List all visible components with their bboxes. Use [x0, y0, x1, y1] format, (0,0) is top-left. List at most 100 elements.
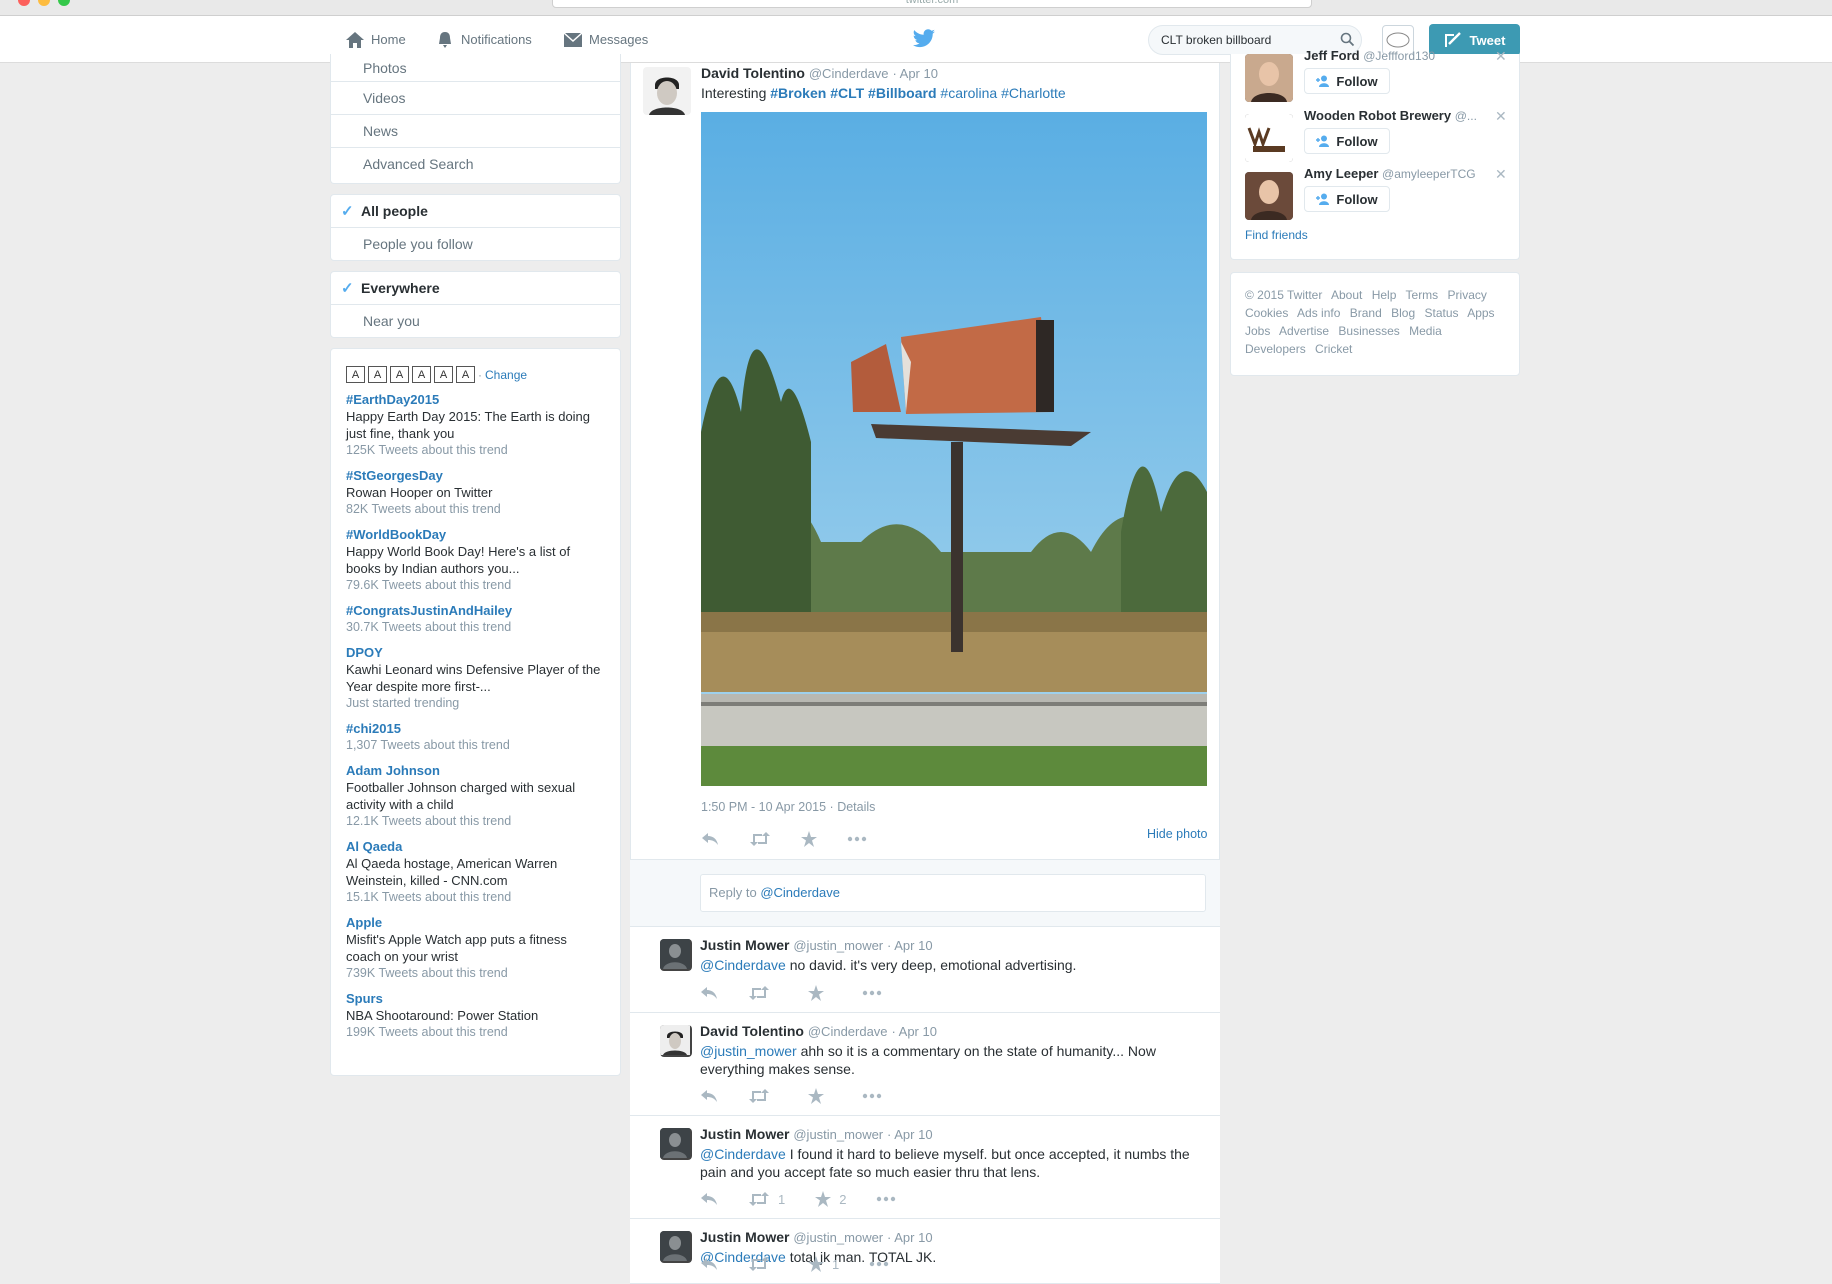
suggested-user-name[interactable]: Amy Leeper	[1304, 166, 1378, 181]
reply-author-handle[interactable]: @justin_mower	[793, 938, 883, 953]
trend-item[interactable]: DPOY Kawhi Leonard wins Defensive Player …	[346, 644, 605, 712]
trend-name[interactable]: #WorldBookDay	[346, 526, 605, 543]
favorite-button[interactable]: 1	[808, 1256, 839, 1272]
trend-name[interactable]: Adam Johnson	[346, 762, 605, 779]
more-button[interactable]	[862, 990, 882, 996]
author-avatar[interactable]	[643, 67, 691, 115]
footer-link[interactable]: Help	[1372, 288, 1397, 302]
favorite-button[interactable]	[808, 985, 832, 1001]
suggested-user-handle[interactable]: @amyleeperTCG	[1382, 167, 1476, 181]
trend-item[interactable]: #chi2015 1,307 Tweets about this trend	[346, 720, 605, 754]
footer-link[interactable]: About	[1331, 288, 1362, 302]
footer-link[interactable]: Developers	[1245, 342, 1306, 356]
filter-all-people[interactable]: ✓ All people	[331, 195, 620, 228]
find-friends-link[interactable]: Find friends	[1245, 228, 1308, 242]
trend-item[interactable]: Adam Johnson Footballer Johnson charged w…	[346, 762, 605, 830]
hashtag-billboard[interactable]: #Billboard	[868, 85, 936, 101]
follow-button[interactable]: Follow	[1304, 128, 1390, 154]
reply-button[interactable]	[701, 832, 719, 846]
hashtag-clt[interactable]: #CLT	[830, 85, 864, 101]
reply-mention[interactable]: @Cinderdave	[700, 1146, 786, 1162]
filter-near-you[interactable]: Near you	[331, 305, 620, 338]
minimize-window-icon[interactable]	[38, 0, 50, 6]
suggested-user-avatar[interactable]	[1245, 172, 1293, 220]
suggested-user-handle[interactable]: @Jeffford130	[1363, 49, 1435, 63]
trend-name[interactable]: #chi2015	[346, 720, 605, 737]
reply-button[interactable]	[700, 986, 718, 1000]
reply-date[interactable]: · Apr 10	[887, 1127, 933, 1142]
reply-author-handle[interactable]: @justin_mower	[793, 1230, 883, 1245]
close-window-icon[interactable]	[18, 0, 30, 6]
footer-link[interactable]: Media	[1409, 324, 1442, 338]
footer-link[interactable]: Terms	[1406, 288, 1439, 302]
retweet-button[interactable]	[748, 1257, 778, 1271]
trend-item[interactable]: Al Qaeda Al Qaeda hostage, American Warre…	[346, 838, 605, 906]
trend-name[interactable]: #CongratsJustinAndHailey	[346, 602, 605, 619]
reply-tweet[interactable]: Justin Mower @justin_mower · Apr 10 @Cind…	[630, 1219, 1220, 1284]
dismiss-icon[interactable]: ✕	[1495, 48, 1507, 65]
favorite-button[interactable]	[801, 831, 817, 847]
maximize-window-icon[interactable]	[58, 0, 70, 6]
footer-link[interactable]: Privacy	[1448, 288, 1487, 302]
trend-item[interactable]: Spurs NBA Shootaround: Power Station 199K …	[346, 990, 605, 1041]
footer-link[interactable]: Cricket	[1315, 342, 1352, 356]
favorite-button[interactable]: 2	[815, 1191, 846, 1207]
reply-author-avatar[interactable]	[660, 939, 692, 971]
reply-author-avatar[interactable]	[660, 1128, 692, 1160]
retweet-button[interactable]: 1	[748, 1192, 785, 1207]
suggested-user-avatar[interactable]	[1245, 54, 1293, 102]
reply-button[interactable]	[700, 1257, 718, 1271]
trend-name[interactable]: Spurs	[346, 990, 605, 1007]
footer-link[interactable]: Advertise	[1279, 324, 1329, 338]
retweet-button[interactable]	[748, 1089, 778, 1103]
reply-mention[interactable]: @Cinderdave	[700, 957, 786, 973]
reply-button[interactable]	[700, 1089, 718, 1103]
reply-tweet[interactable]: David Tolentino @Cinderdave · Apr 10 @jus…	[630, 1013, 1220, 1116]
reply-button[interactable]	[700, 1192, 718, 1206]
reply-date[interactable]: · Apr 10	[887, 938, 933, 953]
reply-author-name[interactable]: Justin Mower	[700, 1126, 789, 1142]
footer-link[interactable]: Blog	[1391, 306, 1415, 320]
trend-name[interactable]: #EarthDay2015	[346, 391, 605, 408]
reply-author-avatar[interactable]	[660, 1231, 692, 1263]
suggested-user-name[interactable]: Wooden Robot Brewery	[1304, 108, 1451, 123]
footer-link[interactable]: Status	[1424, 306, 1458, 320]
suggested-user-name[interactable]: Jeff Ford	[1304, 48, 1360, 63]
reply-author-name[interactable]: David Tolentino	[700, 1023, 804, 1039]
suggested-user-handle[interactable]: @...	[1455, 109, 1477, 123]
suggested-user-avatar[interactable]	[1245, 114, 1293, 162]
filter-videos[interactable]: Videos	[331, 82, 620, 115]
filter-people-you-follow[interactable]: People you follow	[331, 228, 620, 261]
more-button[interactable]	[869, 1261, 889, 1267]
trend-item[interactable]: Apple Misfit's Apple Watch app puts a fit…	[346, 914, 605, 982]
reply-author-name[interactable]: Justin Mower	[700, 1229, 789, 1245]
author-handle[interactable]: @Cinderdave	[809, 66, 889, 81]
billboard-photo[interactable]	[701, 112, 1207, 786]
footer-link[interactable]: Jobs	[1245, 324, 1270, 338]
trend-name[interactable]: Apple	[346, 914, 605, 931]
retweet-button[interactable]	[749, 832, 771, 846]
filter-everywhere[interactable]: ✓ Everywhere	[331, 272, 620, 305]
trend-item[interactable]: #CongratsJustinAndHailey 30.7K Tweets abo…	[346, 602, 605, 636]
trends-change-link[interactable]: Change	[485, 368, 527, 382]
reply-author-handle[interactable]: @Cinderdave	[808, 1024, 888, 1039]
filter-photos[interactable]: Photos	[331, 54, 620, 82]
hashtag-broken[interactable]: #Broken	[770, 85, 826, 101]
footer-link[interactable]: Ads info	[1297, 306, 1340, 320]
dismiss-icon[interactable]: ✕	[1495, 166, 1507, 183]
trend-name[interactable]: DPOY	[346, 644, 605, 661]
hashtag-carolina[interactable]: #carolina	[940, 85, 997, 101]
retweet-button[interactable]	[748, 986, 778, 1000]
favorite-button[interactable]	[808, 1088, 832, 1104]
filter-news[interactable]: News	[331, 115, 620, 148]
footer-link[interactable]: Businesses	[1338, 324, 1399, 338]
author-name[interactable]: David Tolentino	[701, 65, 805, 81]
filter-advanced-search[interactable]: Advanced Search	[331, 148, 620, 181]
footer-link[interactable]: Cookies	[1245, 306, 1288, 320]
trend-name[interactable]: #StGeorgesDay	[346, 467, 605, 484]
twitter-bird-icon[interactable]	[912, 28, 936, 50]
more-button[interactable]	[876, 1196, 896, 1202]
hide-photo-link[interactable]: Hide photo	[1147, 827, 1207, 841]
trend-name[interactable]: Al Qaeda	[346, 838, 605, 855]
reply-author-handle[interactable]: @justin_mower	[793, 1127, 883, 1142]
